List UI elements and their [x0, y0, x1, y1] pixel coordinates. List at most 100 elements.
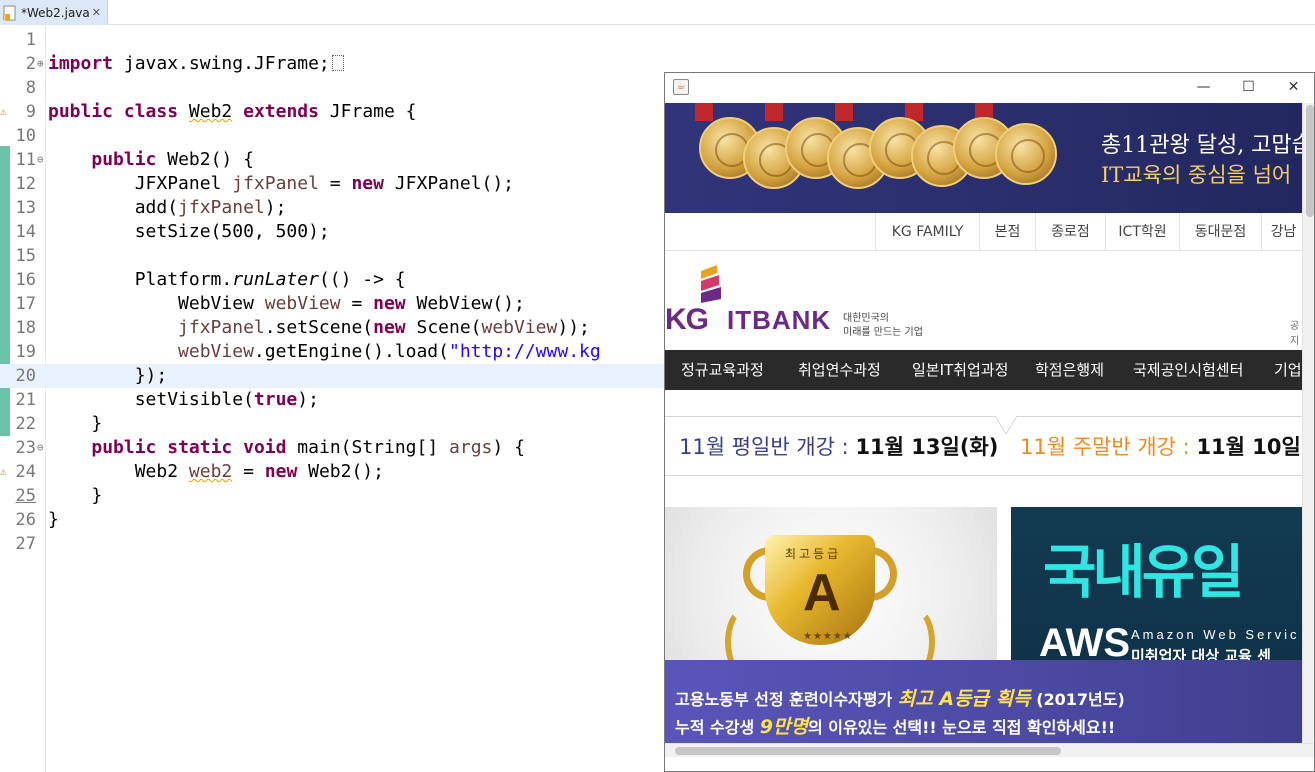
weekday-label: 11월 평일반 개강 :: [679, 435, 849, 459]
window-title-bar[interactable]: ☕ — ☐ ✕: [665, 73, 1314, 103]
collapse-fold-icon[interactable]: ⊖: [37, 148, 44, 172]
code-text: WebView webView = new WebView();: [48, 293, 525, 314]
promo-amazon-text: Amazon Web Servic: [1131, 627, 1300, 642]
promo-bottom-line2: 누적 수강생 9만명의 이유있는 선택!! 눈으로 직접 확인하세요!!: [675, 712, 1115, 739]
banner-subheadline: IT교육의 중심을 넘어: [1101, 163, 1292, 187]
promo-bottom-line1-highlight: 최고 A등급 획득: [897, 688, 1031, 710]
warning-marker-icon[interactable]: ⚠: [0, 460, 7, 484]
line-number: 15: [15, 246, 36, 266]
line-number: 27: [15, 534, 36, 554]
line-number: 16: [15, 270, 36, 290]
line-number: 22: [15, 414, 36, 434]
line-number: 25: [15, 486, 36, 506]
code-text: }: [48, 413, 103, 434]
maximize-button[interactable]: ☐: [1226, 73, 1271, 103]
line-number: 23: [15, 438, 36, 458]
medal-icon: [995, 123, 1057, 185]
vertical-scrollbar[interactable]: [1302, 103, 1314, 743]
code-text: Web2 web2 = new Web2();: [48, 461, 384, 482]
medal-ribbon: [765, 103, 783, 121]
code-text: setSize(500, 500);: [48, 221, 330, 242]
tab-web2-java[interactable]: J *Web2.java ✕: [0, 0, 108, 25]
java-app-window: ☕ — ☐ ✕ 총11관왕 달성, 고맙습 IT교육의 중심을 넘어 KG FA…: [664, 72, 1315, 772]
trophy-top-text: 최고등급: [785, 547, 842, 561]
main-nav: 정규교육과정 취업연수과정 일본IT취업과정 학점은행제 국제공인시험센터 기업: [665, 350, 1302, 390]
nav-employment-course[interactable]: 취업연수과정: [798, 350, 881, 390]
nav-exam-center[interactable]: 국제공인시험센터: [1133, 350, 1243, 390]
promo-bottom-line1-pre: 고용노동부 선정 훈련이수자평가: [675, 690, 898, 709]
line-number: 12: [15, 174, 36, 194]
line-number: 10: [15, 126, 36, 146]
horizontal-scrollbar[interactable]: [665, 743, 1314, 757]
java-cup-icon: ☕: [673, 79, 689, 95]
code-line[interactable]: 1: [0, 28, 1315, 52]
logo-kg[interactable]: KG: [665, 303, 709, 337]
line-number: 8: [25, 78, 36, 98]
code-text: }: [48, 485, 103, 506]
trophy-stars: ★★★★★: [803, 631, 853, 642]
line-number: 1: [25, 30, 36, 50]
top-link-ict[interactable]: ICT학원: [1105, 213, 1179, 251]
top-link-gangnam[interactable]: 강남: [1261, 213, 1302, 251]
nav-regular-course[interactable]: 정규교육과정: [681, 350, 764, 390]
vertical-scroll-thumb[interactable]: [1306, 105, 1314, 217]
top-link-dongdaemun[interactable]: 동대문점: [1179, 213, 1261, 251]
minimize-button[interactable]: —: [1181, 73, 1226, 103]
collapse-fold-icon[interactable]: ⊖: [37, 436, 44, 460]
code-text: public class Web2 extends JFrame {: [48, 101, 417, 122]
promo-bottom-line2-highlight: 9만명: [759, 716, 808, 738]
weekend-schedule: 11월 주말반 개강 : 11월 10일(: [1020, 431, 1302, 461]
promo-bottom-banner[interactable]: 고용노동부 선정 훈련이수자평가 최고 A등급 획득 (2017년도) 누적 수…: [665, 660, 1302, 743]
schedule-banner[interactable]: 11월 평일반 개강 : 11월 13일(화) 11월 주말반 개강 : 11월…: [665, 416, 1302, 476]
line-number: 13: [15, 198, 36, 218]
weekday-date: 11월 13일(화): [855, 435, 999, 459]
java-file-icon: J: [3, 5, 17, 21]
promo-bottom-line2-pre: 누적 수강생: [675, 718, 760, 737]
expand-fold-icon[interactable]: ⊕: [37, 52, 44, 76]
line-number: 18: [15, 318, 36, 338]
medal-ribbon: [695, 103, 713, 121]
top-banner[interactable]: 총11관왕 달성, 고맙습 IT교육의 중심을 넘어: [665, 103, 1302, 213]
kg-logo-mark-icon: [701, 265, 721, 303]
code-text: JFXPanel jfxPanel = new JFXPanel();: [48, 173, 515, 194]
top-link-main[interactable]: 본점: [979, 213, 1035, 251]
logo-right-text[interactable]: 공지: [1290, 317, 1302, 347]
promo-bottom-line1: 고용노동부 선정 훈련이수자평가 최고 A등급 획득 (2017년도): [675, 684, 1125, 711]
editor-tab-bar: J *Web2.java ✕: [0, 0, 1315, 25]
line-number: 20: [15, 366, 36, 386]
code-text: jfxPanel.setScene(new Scene(webView));: [178, 317, 590, 338]
line-number: 19: [15, 342, 36, 362]
code-text: add(jfxPanel);: [48, 197, 287, 218]
close-button[interactable]: ✕: [1271, 73, 1314, 103]
nav-japan-it[interactable]: 일본IT취업과정: [912, 350, 1008, 390]
medal-ribbon: [835, 103, 853, 121]
code-text: public static void main(String[] args) {: [91, 437, 525, 458]
code-text: Platform.runLater(() -> {: [48, 269, 406, 290]
banner-headline: 총11관왕 달성, 고맙습: [1101, 133, 1302, 158]
code-text: });: [48, 365, 168, 386]
folded-imports-box[interactable]: [331, 55, 344, 71]
logo-itbank[interactable]: ITBANK: [727, 305, 831, 336]
top-link-jongno[interactable]: 종로점: [1035, 213, 1105, 251]
promo-bottom-line1-post: (2017년도): [1030, 690, 1125, 709]
promo-bottom-line2-post: 의 이유있는 선택!! 눈으로 직접 확인하세요!!: [807, 718, 1116, 737]
tab-close-icon[interactable]: ✕: [92, 6, 101, 19]
tab-title: *Web2.java: [21, 5, 90, 20]
promo-aws-headline: 국내유일: [1043, 538, 1244, 606]
weekend-date: 11월 10일(: [1196, 435, 1302, 459]
top-link-kg-family[interactable]: KG FAMILY: [875, 213, 979, 251]
nav-credit-bank[interactable]: 학점은행제: [1035, 350, 1104, 390]
webview-page[interactable]: 총11관왕 달성, 고맙습 IT교육의 중심을 넘어 KG FAMILY 본점 …: [665, 103, 1302, 743]
weekday-schedule: 11월 평일반 개강 : 11월 13일(화): [679, 431, 998, 461]
nav-corporate[interactable]: 기업: [1274, 350, 1302, 390]
weekend-label: 11월 주말반 개강 :: [1020, 435, 1190, 459]
family-links: KG FAMILY 본점 종로점 ICT학원 동대문점 강남: [665, 213, 1302, 251]
horizontal-scroll-thumb[interactable]: [675, 747, 1061, 755]
logo-tagline-1: 대한민국의: [843, 313, 889, 324]
code-text: public Web2() {: [91, 149, 254, 170]
warning-marker-icon[interactable]: ⚠: [0, 100, 7, 124]
logo-tagline-2: 미래를 만드는 기업: [843, 327, 923, 338]
line-number: 11: [15, 150, 36, 170]
code-text: setVisible(true);: [48, 389, 319, 410]
trophy-grade: A: [803, 564, 841, 622]
